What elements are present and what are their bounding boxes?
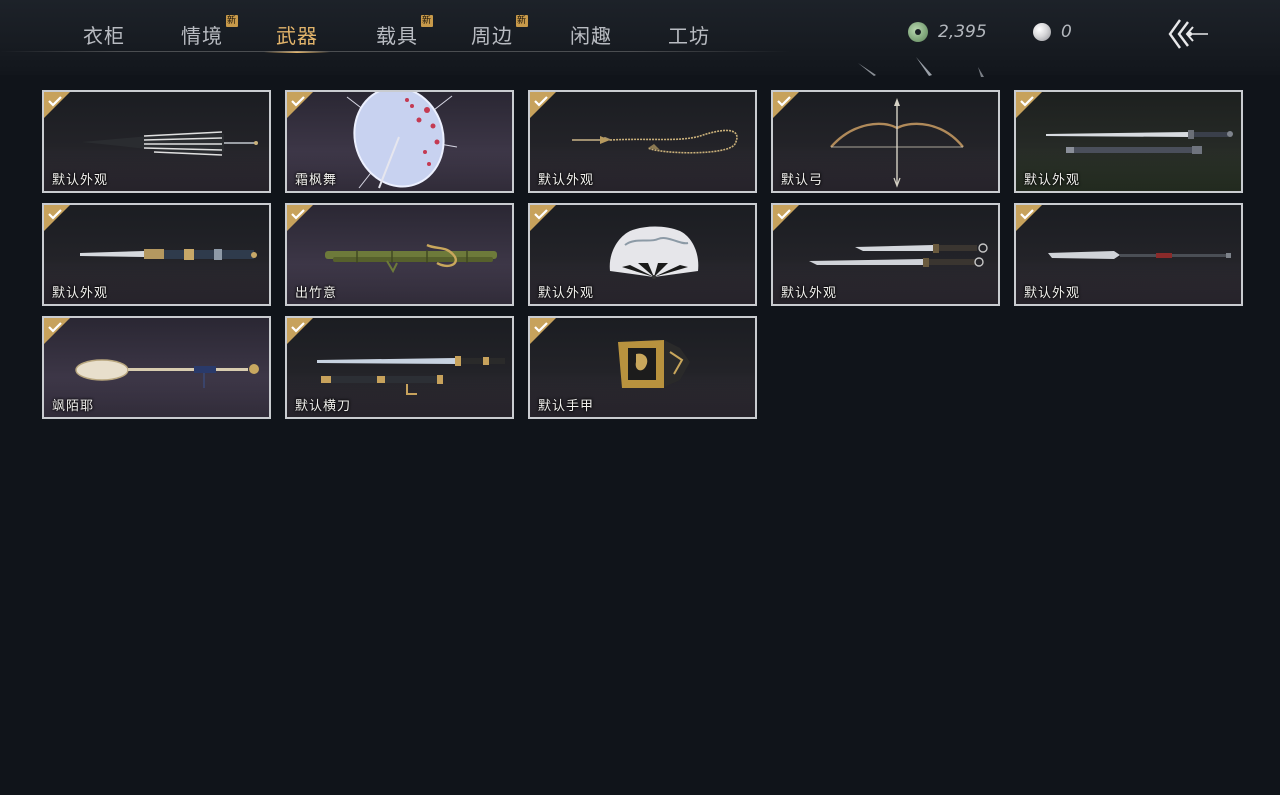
weapon-name: 默认外观: [1024, 173, 1081, 188]
back-button[interactable]: [1166, 18, 1210, 50]
equipped-check-icon: [44, 318, 70, 344]
tab-label: 武器: [276, 24, 318, 48]
back-arrow-icon: [1168, 19, 1208, 49]
equipped-check-icon: [1016, 205, 1042, 231]
weapon-card[interactable]: 默认外观: [528, 90, 757, 193]
equipped-check-icon: [1016, 92, 1042, 118]
weapon-card[interactable]: 默认外观: [771, 203, 1000, 306]
tab-label: 闲趣: [570, 24, 612, 48]
equipped-check-icon: [287, 318, 313, 344]
weapon-card[interactable]: 默认外观: [1014, 90, 1243, 193]
pearl-currency: 0: [1033, 20, 1072, 44]
weapon-card[interactable]: 霜枫舞: [285, 90, 514, 193]
tab-surroundings[interactable]: 周边 新: [471, 15, 528, 50]
tab-leisure[interactable]: 闲趣: [570, 20, 612, 50]
tab-label: 情境: [181, 24, 223, 48]
equipped-check-icon: [530, 92, 556, 118]
weapon-name: 出竹意: [295, 286, 338, 301]
pearl-amount: 0: [1061, 22, 1072, 42]
weapon-card[interactable]: 出竹意: [285, 203, 514, 306]
new-badge: 新: [421, 15, 433, 27]
jade-coin-icon: [908, 22, 928, 42]
equipped-check-icon: [530, 205, 556, 231]
weapon-card[interactable]: 默认外观: [528, 203, 757, 306]
top-bar: 衣柜 情境 新 武器 载具 新 周边 新 闲趣 工坊 2,395 0: [0, 0, 1280, 77]
equipped-check-icon: [287, 92, 313, 118]
equipped-check-icon: [773, 92, 799, 118]
tab-label: 衣柜: [83, 24, 125, 48]
tab-label: 工坊: [668, 24, 710, 48]
weapon-grid: 默认外观 霜枫舞 默认外观 默认弓 默认外观 默认外观 出竹意 默认外观 默认外…: [42, 90, 1243, 419]
weapon-card[interactable]: 飒陌耶: [42, 316, 271, 419]
tab-wardrobe[interactable]: 衣柜: [83, 20, 125, 50]
weapon-card[interactable]: 默认弓: [771, 90, 1000, 193]
jade-currency: 2,395: [908, 20, 987, 44]
tab-label: 载具: [376, 24, 418, 48]
weapon-name: 默认外观: [781, 286, 838, 301]
weapon-card[interactable]: 默认外观: [42, 90, 271, 193]
weapon-name: 默认外观: [538, 286, 595, 301]
weapon-card[interactable]: 默认横刀: [285, 316, 514, 419]
tab-vehicles[interactable]: 载具 新: [376, 15, 433, 50]
equipped-check-icon: [287, 205, 313, 231]
new-badge: 新: [226, 15, 238, 27]
new-badge: 新: [516, 15, 528, 27]
pearl-icon: [1033, 23, 1051, 41]
weapon-name: 默认横刀: [295, 399, 352, 414]
weapon-name: 霜枫舞: [295, 173, 338, 188]
weapon-card[interactable]: 默认手甲: [528, 316, 757, 419]
weapon-name: 默认手甲: [538, 399, 595, 414]
equipped-check-icon: [44, 92, 70, 118]
equipped-check-icon: [530, 318, 556, 344]
weapon-card[interactable]: 默认外观: [1014, 203, 1243, 306]
tabs-divider: [0, 51, 790, 52]
jade-amount: 2,395: [938, 22, 987, 42]
weapon-name: 默认外观: [538, 173, 595, 188]
tab-weapons[interactable]: 武器: [264, 20, 330, 53]
tab-workshop[interactable]: 工坊: [668, 20, 710, 50]
tab-scene[interactable]: 情境 新: [181, 15, 238, 50]
weapon-name: 飒陌耶: [52, 399, 95, 414]
equipped-check-icon: [773, 205, 799, 231]
weapon-name: 默认外观: [52, 173, 109, 188]
decorative-blades-icon: [858, 57, 984, 77]
equipped-check-icon: [44, 205, 70, 231]
weapon-name: 默认弓: [781, 173, 824, 188]
tab-label: 周边: [471, 24, 513, 48]
weapon-card[interactable]: 默认外观: [42, 203, 271, 306]
weapon-name: 默认外观: [52, 286, 109, 301]
weapon-name: 默认外观: [1024, 286, 1081, 301]
